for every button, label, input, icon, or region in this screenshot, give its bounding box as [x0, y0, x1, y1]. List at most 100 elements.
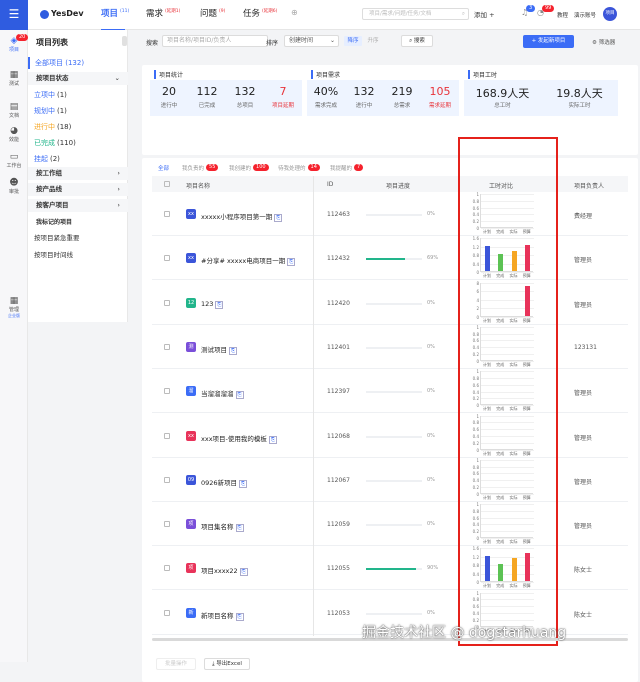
stats-demand: 项目需求 40% 需求完成 132 进行中 219 总需求 105 需求延期: [307, 68, 459, 116]
brand-logo-icon: [40, 10, 49, 19]
sidebar-link-1[interactable]: 按项目时间线: [34, 249, 73, 259]
copy-icon[interactable]: ⎘: [239, 568, 248, 577]
nav-add-icon[interactable]: ⊕: [291, 8, 298, 17]
nav-tab-3[interactable]: 任务 (延期6): [243, 7, 277, 19]
project-name-link[interactable]: 项目xxxx22 ⎘: [201, 565, 248, 577]
project-name-link[interactable]: #分享# xxxxx电商项目一期 ⎘: [201, 255, 296, 267]
search-button[interactable]: ⌕ 搜索: [401, 35, 433, 47]
sidebar-collapse-handle[interactable]: [122, 36, 127, 46]
filter-tab-1[interactable]: 我负责的 55: [182, 164, 219, 172]
project-owner: 管理员: [574, 434, 593, 442]
project-name-link[interactable]: xxxxx小程序项目第一期 ⎘: [201, 211, 283, 222]
rail-item-5[interactable]: ☻ 审批: [0, 178, 28, 200]
copy-icon[interactable]: ⎘: [235, 391, 244, 400]
rail-item-6[interactable]: ▦ 管理 企业版: [0, 296, 28, 318]
copy-icon[interactable]: ⎘: [235, 524, 244, 533]
nav-tab-label: 问题: [200, 9, 218, 19]
new-project-button[interactable]: + 发起新项目: [523, 35, 574, 48]
nav-tab-2[interactable]: 问题 (9): [200, 7, 225, 19]
select-all-checkbox[interactable]: [164, 181, 170, 187]
copy-icon[interactable]: ⎘: [229, 346, 238, 355]
row-checkbox[interactable]: [164, 432, 170, 439]
sidebar-group-0[interactable]: 按工作组 ›: [28, 167, 128, 180]
sidebar-status-0[interactable]: 立项中 (1): [34, 90, 67, 100]
filter-tab-0[interactable]: 全部: [158, 164, 169, 172]
sidebar-status-2[interactable]: 进行中 (18): [34, 122, 71, 132]
copy-icon[interactable]: ⎘: [268, 435, 277, 444]
sidebar-status-1[interactable]: 规划中 (1): [34, 106, 67, 116]
sort-desc-toggle[interactable]: 降序: [344, 36, 362, 46]
rail-item-2[interactable]: ▤ 文档: [0, 102, 28, 124]
menu-toggle[interactable]: ☰: [0, 0, 28, 30]
project-owner: 陈女士: [574, 567, 593, 575]
sort-asc-toggle[interactable]: 升序: [364, 36, 382, 46]
add-menu-button[interactable]: 添加 +: [474, 9, 495, 19]
project-name-link[interactable]: 0926新项目 ⎘: [201, 477, 248, 488]
row-checkbox[interactable]: [164, 211, 170, 217]
export-excel-button[interactable]: ⤓ 导出Excel: [204, 658, 250, 670]
nav-tab-1[interactable]: 需求 (延期1): [146, 7, 180, 19]
stat-value: 20: [162, 85, 176, 98]
filter-search-input[interactable]: 项目名称/项目ID/负责人: [162, 35, 268, 47]
project-id: 112432: [327, 255, 350, 263]
sidebar-status-3[interactable]: 已完成 (110): [34, 138, 76, 148]
copy-icon[interactable]: ⎘: [287, 258, 296, 267]
avatar[interactable]: 项目: [603, 7, 617, 21]
project-id: 112397: [327, 388, 350, 396]
row-checkbox[interactable]: [164, 299, 170, 306]
row-checkbox[interactable]: [164, 565, 170, 572]
project-name-link[interactable]: xxx项目-使用我的模板 ⎘: [201, 433, 277, 444]
project-name-link[interactable]: 项目集名称 ⎘: [201, 521, 244, 533]
row-checkbox[interactable]: [164, 255, 170, 262]
rail-item-0[interactable]: ◈ 项目 20: [0, 34, 29, 58]
sidebar-group-2[interactable]: 按客户项目 ›: [28, 199, 128, 212]
row-checkbox[interactable]: [164, 609, 170, 616]
group-by-status[interactable]: 按项目状态 ⌄: [28, 72, 128, 85]
row-checkbox[interactable]: [164, 521, 170, 528]
tab-badge: 100: [253, 164, 269, 171]
project-name-link[interactable]: 测试项目 ⎘: [201, 344, 238, 355]
nav-tab-0[interactable]: 项目 (11): [101, 7, 129, 31]
project-tag-text: 项: [188, 565, 194, 572]
sidebar-status-4[interactable]: 挂起 (2): [34, 154, 60, 164]
bell-icon[interactable]: ♫ 3: [521, 5, 536, 17]
filter-tab-4[interactable]: 我提醒的 7: [330, 164, 364, 172]
rail-item-3[interactable]: ◕ 效能: [0, 126, 28, 148]
clock-icon[interactable]: ◔ 99: [537, 5, 555, 17]
copy-icon[interactable]: ⎘: [239, 479, 248, 488]
rail-item-4[interactable]: ▭ 工作台: [0, 152, 28, 174]
batch-button[interactable]: 批量操作: [156, 658, 196, 670]
account-name[interactable]: 演示账号: [574, 11, 596, 19]
project-name-link[interactable]: 123 ⎘: [201, 300, 224, 309]
project-name-link[interactable]: 当溜溜溜溜 ⎘: [201, 388, 244, 400]
brand-name: YesDev: [51, 9, 84, 18]
row-checkbox[interactable]: [164, 388, 170, 395]
global-search-input[interactable]: 项目/需求/问题/任务/文档 ⌕: [362, 8, 469, 20]
filter-tab-3[interactable]: 待我处理的 14: [278, 164, 320, 172]
row-checkbox[interactable]: [164, 476, 170, 483]
filter-button[interactable]: ⚙ 筛选器: [592, 38, 615, 46]
rail-item-1[interactable]: ▦ 测试: [0, 70, 28, 92]
search-icon: ⌕: [461, 11, 465, 17]
project-tag-text: xx: [188, 211, 194, 217]
copy-icon[interactable]: ⎘: [215, 300, 224, 309]
tab-label: 我负责的: [182, 166, 205, 172]
project-tag-text: 新: [188, 609, 194, 616]
group-label: 按工作组: [36, 169, 62, 177]
filter-search-placeholder: 项目名称/项目ID/负责人: [167, 37, 232, 44]
copy-icon[interactable]: ⎘: [235, 612, 244, 621]
project-name-link[interactable]: 新项目名称 ⎘: [201, 610, 244, 621]
filter-tab-2[interactable]: 我创建的 100: [229, 164, 269, 172]
copy-icon[interactable]: ⎘: [274, 214, 283, 222]
row-checkbox[interactable]: [164, 343, 170, 350]
avatar-text: 项目: [605, 11, 615, 16]
project-name: xxxxx小程序项目第一期: [201, 213, 273, 221]
tutorial-link[interactable]: 教程: [557, 11, 568, 19]
status-count: (1): [57, 107, 67, 115]
sidebar-all-projects[interactable]: 全部项目 (132): [28, 57, 128, 69]
sort-select[interactable]: 创建时间 ⌄: [284, 35, 339, 47]
nav-tab-count: (延期6): [262, 9, 278, 15]
sidebar-group-1[interactable]: 按产品线 ›: [28, 183, 128, 196]
sidebar-link-0[interactable]: 按项目紧急重要: [34, 232, 80, 242]
stat-label: 总项目: [236, 103, 254, 109]
